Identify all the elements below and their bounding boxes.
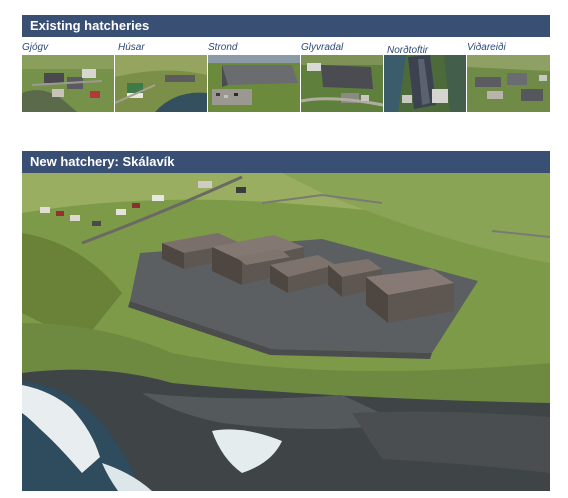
photo-glyvradal [301, 55, 383, 112]
new-hatchery-title: New hatchery: Skálavík [30, 154, 175, 169]
caption-gjogv: Gjógv [22, 42, 49, 53]
photo-gjogv [22, 55, 114, 112]
caption-husar: Húsar [118, 42, 145, 53]
existing-hatcheries-header: Existing hatcheries [22, 15, 550, 37]
caption-vidareidi: Viðareiði [467, 42, 506, 53]
photo-strond [208, 55, 300, 112]
photo-nordtoftir [384, 55, 466, 112]
photo-husar [115, 55, 207, 112]
photo-vidareidi [467, 55, 550, 112]
caption-glyvradal: Glyvradal [301, 42, 344, 53]
skalavik-render [22, 173, 550, 491]
new-hatchery-header: New hatchery: Skálavík [22, 151, 550, 173]
existing-hatcheries-title: Existing hatcheries [30, 18, 150, 33]
caption-strond: Strond [208, 42, 238, 53]
